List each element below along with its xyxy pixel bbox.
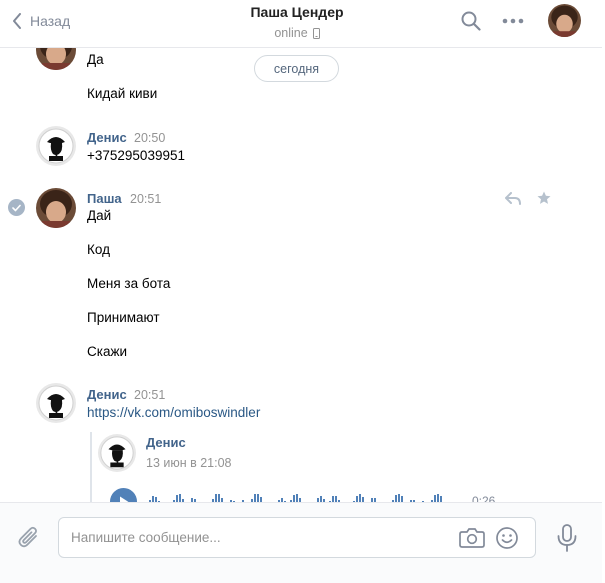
voice-record-button[interactable]: [554, 523, 580, 553]
message-text: Меня за бота: [87, 276, 171, 291]
attach-button[interactable]: [16, 525, 42, 551]
camera-button[interactable]: [459, 527, 485, 549]
forwarded-message: Денис 13 июн в 21:08 0:26: [90, 432, 510, 502]
emoji-button[interactable]: [495, 526, 519, 550]
message-author[interactable]: Денис: [87, 130, 127, 145]
message-text: Принимают: [87, 310, 160, 325]
chat-title-block[interactable]: Паша Цендер online: [200, 4, 394, 40]
online-status: online: [200, 26, 394, 40]
forwarded-date[interactable]: 13 июн в 21:08: [146, 456, 232, 470]
waveform-bar: [257, 494, 259, 502]
message-select-check[interactable]: [8, 199, 25, 216]
avatar[interactable]: [36, 383, 76, 423]
avatar[interactable]: [36, 188, 76, 228]
message-composer: [0, 502, 602, 583]
waveform-bar: [218, 494, 220, 502]
microphone-icon: [557, 524, 577, 552]
message-text: Скажи: [87, 344, 128, 359]
message-text: Кидай киви: [87, 86, 158, 101]
message-time[interactable]: 20:51: [134, 388, 165, 402]
message-text: +375295039951: [87, 148, 185, 163]
search-icon: [461, 11, 481, 31]
avatar[interactable]: [36, 126, 76, 166]
header-avatar[interactable]: [548, 4, 581, 37]
forwarded-author[interactable]: Денис: [146, 435, 186, 450]
waveform-bar: [398, 494, 400, 502]
message-text: Код: [87, 242, 110, 257]
waveform-bar: [254, 494, 256, 502]
status-text: online: [274, 26, 308, 40]
chat-title: Паша Цендер: [250, 4, 344, 20]
waveform-bar: [176, 495, 178, 502]
message-text: Да: [87, 52, 104, 67]
back-button[interactable]: Назад: [12, 0, 70, 42]
message-author[interactable]: Паша: [87, 191, 122, 206]
star-icon: [537, 191, 551, 204]
waveform-bar: [215, 494, 217, 502]
message-input-box[interactable]: [58, 517, 536, 558]
waveform-bar: [437, 494, 439, 502]
chat-window: Назад Паша Цендер online сегодня Да Кида…: [0, 0, 602, 583]
voice-duration: 0:26: [472, 494, 496, 502]
back-chevron-icon: [13, 13, 21, 29]
check-icon: [12, 204, 21, 211]
voice-waveform[interactable]: [146, 490, 460, 502]
message-text: Дай: [87, 208, 112, 223]
message-time[interactable]: 20:50: [134, 131, 165, 145]
back-label: Назад: [30, 13, 71, 29]
smile-icon: [496, 527, 518, 549]
phone-icon: [312, 27, 320, 39]
message-time[interactable]: 20:51: [130, 192, 161, 206]
chat-header: Назад Паша Цендер online: [0, 0, 602, 48]
waveform-bar: [179, 494, 181, 502]
reply-icon: [505, 191, 521, 205]
more-icon: [502, 18, 524, 24]
message-history[interactable]: сегодня Да Кидай киви Денис 20:50 +37529…: [0, 48, 602, 502]
favorite-button[interactable]: [534, 188, 554, 208]
waveform-bar: [296, 494, 298, 502]
message-input[interactable]: [71, 518, 451, 557]
reply-button[interactable]: [503, 188, 523, 208]
camera-icon: [459, 528, 485, 548]
waveform-bar: [359, 494, 361, 502]
paperclip-icon: [18, 526, 37, 548]
date-divider: сегодня: [254, 55, 339, 82]
waveform-bar: [434, 495, 436, 502]
waveform-bar: [293, 495, 295, 502]
voice-play-button[interactable]: [110, 488, 137, 502]
avatar[interactable]: [36, 48, 76, 70]
forwarded-avatar[interactable]: [98, 434, 136, 472]
search-button[interactable]: [458, 8, 484, 34]
message-link[interactable]: https://vk.com/omiboswindler: [87, 405, 260, 420]
message-author[interactable]: Денис: [87, 387, 127, 402]
more-button[interactable]: [500, 8, 526, 34]
waveform-bar: [395, 495, 397, 502]
